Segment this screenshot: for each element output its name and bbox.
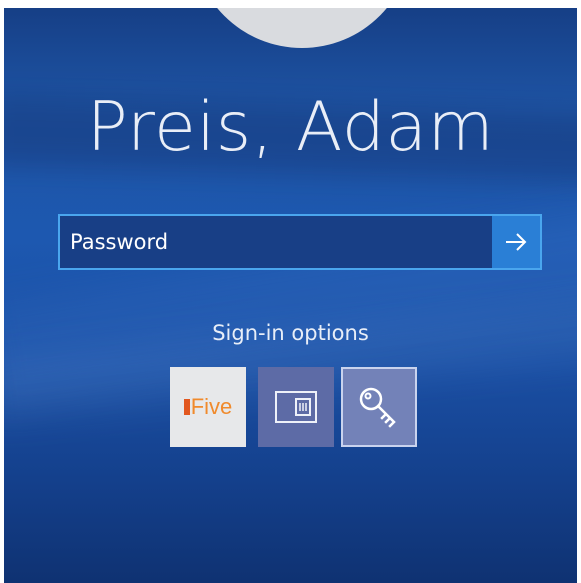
lock-screen: Preis, Adam Sign-in options Five <box>4 8 577 583</box>
fivebox-logo-icon: Five <box>183 394 233 420</box>
password-box <box>58 214 542 270</box>
password-input[interactable] <box>60 216 492 268</box>
sign-in-options-label: Sign-in options <box>212 321 369 345</box>
user-name: Preis, Adam <box>86 88 495 167</box>
key-icon <box>359 387 396 428</box>
submit-button[interactable] <box>492 216 540 268</box>
smart-card-icon <box>275 391 317 423</box>
user-avatar <box>192 8 412 48</box>
fivebox-logo-text: Five <box>190 394 233 419</box>
sign-in-option-smart-card[interactable] <box>258 367 334 447</box>
fivebox-mark <box>183 399 190 415</box>
sign-in-option-password-key[interactable] <box>341 367 417 447</box>
sign-in-option-fivebox[interactable]: Five <box>170 367 246 447</box>
arrow-right-icon <box>506 233 527 251</box>
